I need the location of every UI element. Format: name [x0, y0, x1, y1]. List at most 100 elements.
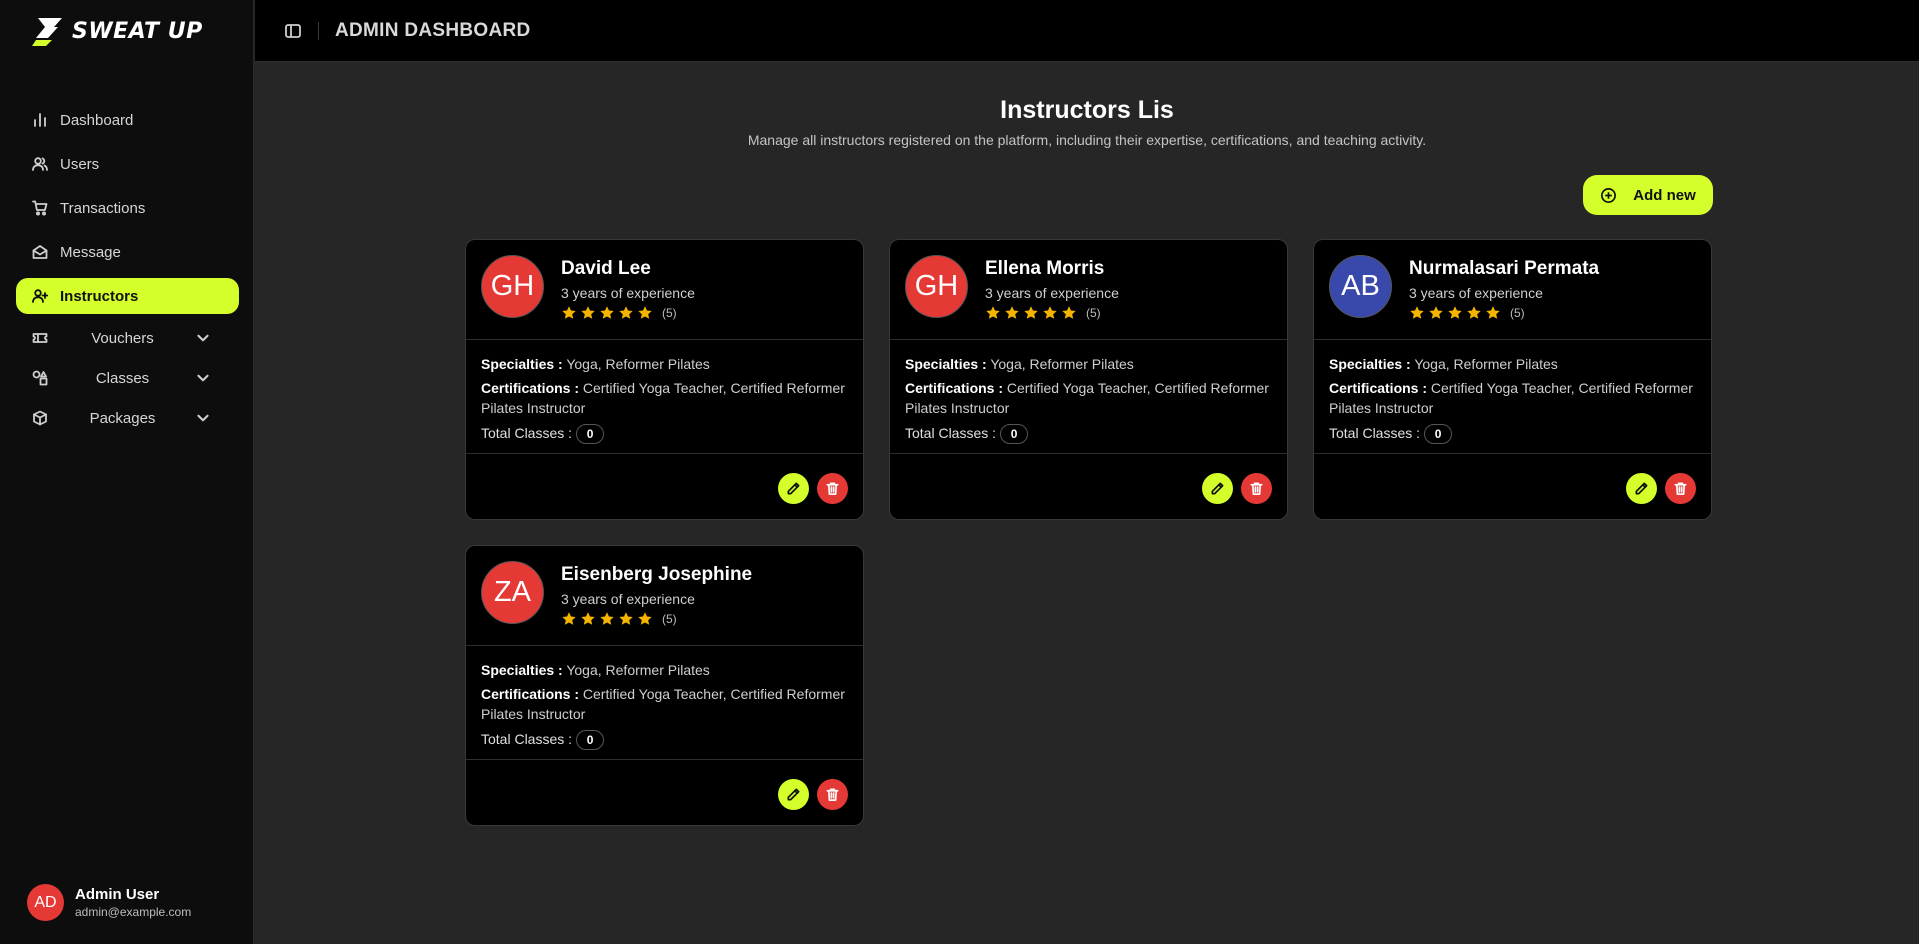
avatar: ZA [481, 561, 544, 624]
instructor-card: GH David Lee 3 years of experience (5) S… [465, 239, 864, 520]
sidebar-group-classes[interactable]: Classes [16, 362, 239, 394]
card-header: GH David Lee 3 years of experience (5) [466, 240, 863, 340]
sidebar-item-message[interactable]: Message [16, 234, 239, 270]
total-classes-label: Total Classes : [1329, 425, 1421, 441]
delete-button[interactable] [817, 473, 848, 504]
sidebar-item-users[interactable]: Users [16, 146, 239, 182]
edit-button[interactable] [778, 779, 809, 810]
star-icon [562, 306, 576, 319]
avatar: GH [905, 255, 968, 318]
specialties-value: Yoga, Reformer Pilates [1414, 356, 1558, 372]
page-subtitle: Manage all instructors registered on the… [747, 132, 1427, 148]
instructor-name: Ellena Morris [985, 258, 1105, 279]
user-plus-icon [32, 289, 48, 303]
star-icon [1448, 306, 1462, 319]
sidebar-group-vouchers[interactable]: Vouchers [16, 322, 239, 354]
chevron-down-icon [197, 334, 209, 342]
pencil-icon [787, 482, 800, 495]
card-header: ZA Eisenberg Josephine 3 years of experi… [466, 546, 863, 646]
rating-count: (5) [662, 306, 677, 320]
star-icon [638, 612, 652, 625]
specialties-value: Yoga, Reformer Pilates [566, 356, 710, 372]
instructor-card: ZA Eisenberg Josephine 3 years of experi… [465, 545, 864, 826]
pencil-icon [1635, 482, 1648, 495]
specialties-row: Specialties : Yoga, Reformer Pilates [905, 354, 1272, 374]
package-icon [33, 410, 47, 426]
total-classes-row: Total Classes :0 [905, 423, 1272, 445]
user-email: admin@example.com [75, 904, 192, 919]
sidebar-item-instructors[interactable]: Instructors [16, 278, 239, 314]
card-header: GH Ellena Morris 3 years of experience (… [890, 240, 1287, 340]
total-classes-label: Total Classes : [481, 425, 573, 441]
delete-button[interactable] [1241, 473, 1272, 504]
sidebar-item-transactions[interactable]: Transactions [16, 190, 239, 226]
total-classes-badge: 0 [1424, 424, 1453, 445]
star-icon [986, 306, 1000, 319]
header-title: ADMIN DASHBOARD [335, 19, 531, 41]
certifications-label: Certifications : [481, 686, 580, 702]
certifications-label: Certifications : [1329, 380, 1428, 396]
total-classes-label: Total Classes : [905, 425, 997, 441]
star-icon [1467, 306, 1481, 319]
certifications-label: Certifications : [905, 380, 1004, 396]
edit-button[interactable] [1626, 473, 1657, 504]
instructor-card: AB Nurmalasari Permata 3 years of experi… [1313, 239, 1712, 520]
specialties-row: Specialties : Yoga, Reformer Pilates [481, 660, 848, 680]
specialties-label: Specialties : [481, 356, 563, 372]
star-icon [1005, 306, 1019, 319]
bar-chart-icon [34, 113, 46, 127]
header-divider [318, 21, 319, 40]
card-actions [1626, 473, 1696, 504]
sidebar-toggle-icon[interactable] [284, 22, 302, 40]
total-classes-label: Total Classes : [481, 731, 573, 747]
certifications-row: Certifications : Certified Yoga Teacher,… [1329, 378, 1696, 418]
star-icon [1062, 306, 1076, 319]
sidebar-group-packages[interactable]: Packages [16, 402, 239, 434]
logo-mark-icon [32, 18, 62, 46]
rating-count: (5) [1086, 306, 1101, 320]
rating-stars: (5) [1409, 305, 1525, 321]
add-new-button[interactable]: Add new [1583, 175, 1713, 215]
card-details: Specialties : Yoga, Reformer Pilates Cer… [1314, 340, 1711, 454]
avatar: AB [1329, 255, 1392, 318]
specialties-value: Yoga, Reformer Pilates [566, 662, 710, 678]
rating-count: (5) [1510, 306, 1525, 320]
star-icon [619, 612, 633, 625]
star-icon [619, 306, 633, 319]
trash-icon [826, 482, 839, 495]
star-icon [600, 306, 614, 319]
star-icon [1410, 306, 1424, 319]
delete-button[interactable] [817, 779, 848, 810]
pencil-icon [1211, 482, 1224, 495]
cart-icon [32, 200, 48, 216]
specialties-label: Specialties : [1329, 356, 1411, 372]
rating-stars: (5) [561, 305, 677, 321]
sidebar-item-label: Dashboard [60, 111, 134, 129]
card-actions [1202, 473, 1272, 504]
total-classes-badge: 0 [576, 424, 605, 445]
brand-logo[interactable]: SWEAT UP [32, 13, 203, 49]
instructor-experience: 3 years of experience [561, 591, 695, 607]
star-icon [562, 612, 576, 625]
instructor-card: GH Ellena Morris 3 years of experience (… [889, 239, 1288, 520]
specialties-row: Specialties : Yoga, Reformer Pilates [481, 354, 848, 374]
edit-button[interactable] [1202, 473, 1233, 504]
certifications-row: Certifications : Certified Yoga Teacher,… [481, 378, 848, 418]
edit-button[interactable] [778, 473, 809, 504]
total-classes-badge: 0 [1000, 424, 1029, 445]
sidebar-group-label: Packages [89, 409, 156, 427]
card-actions [778, 779, 848, 810]
delete-button[interactable] [1665, 473, 1696, 504]
sidebar-item-label: Message [60, 243, 121, 261]
current-user[interactable]: AD Admin User admin@example.com [27, 884, 191, 921]
specialties-row: Specialties : Yoga, Reformer Pilates [1329, 354, 1696, 374]
specialties-value: Yoga, Reformer Pilates [990, 356, 1134, 372]
page-title: Instructors Lis [1000, 96, 1174, 124]
sidebar-group-label: Classes [95, 369, 150, 387]
certifications-row: Certifications : Certified Yoga Teacher,… [481, 684, 848, 724]
sidebar-item-dashboard[interactable]: Dashboard [16, 102, 239, 138]
total-classes-row: Total Classes :0 [481, 423, 848, 445]
instructor-name: Eisenberg Josephine [561, 564, 753, 585]
certifications-row: Certifications : Certified Yoga Teacher,… [905, 378, 1272, 418]
star-icon [1043, 306, 1057, 319]
